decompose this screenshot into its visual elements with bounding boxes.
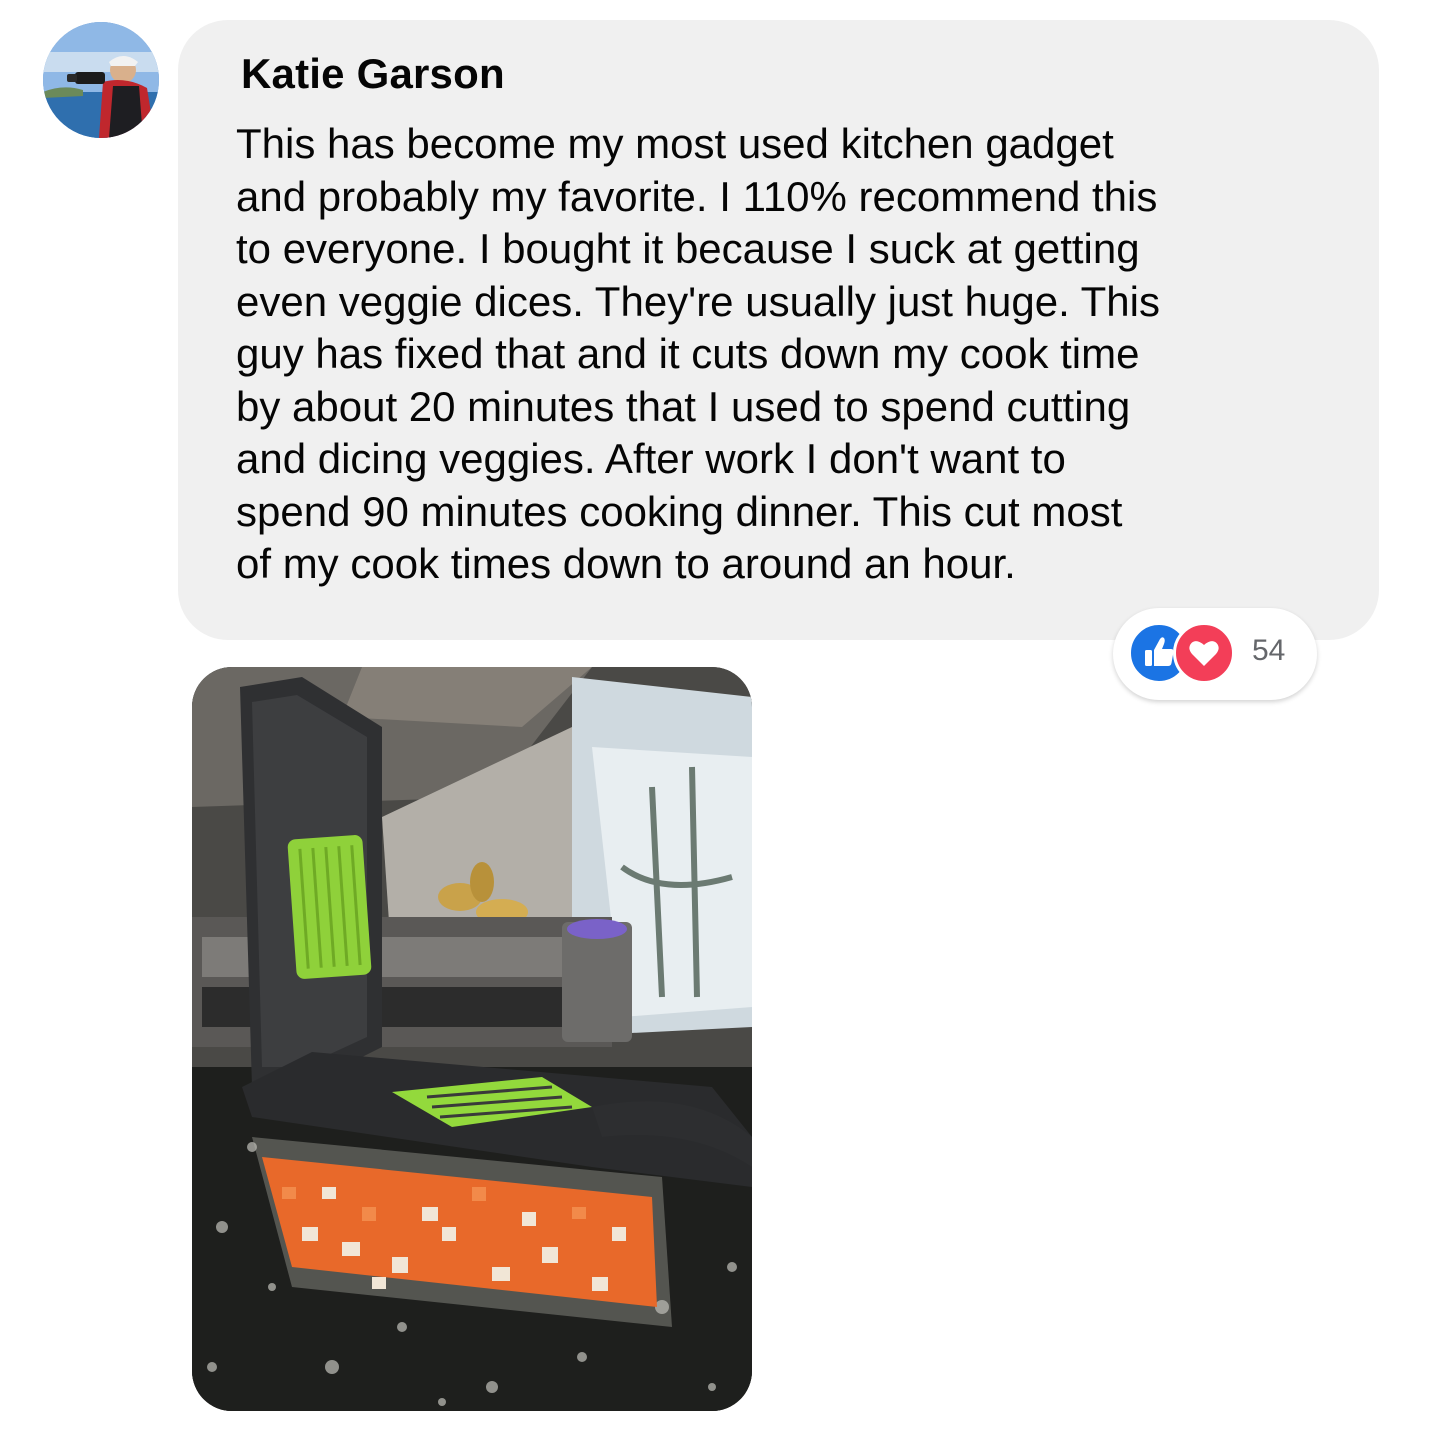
avatar-photo <box>43 22 159 138</box>
comment-text: This has become my most used kitchen gad… <box>236 118 1356 591</box>
comment-line: of my cook times down to around an hour. <box>236 540 1016 587</box>
comment-author[interactable]: Katie Garson <box>241 50 505 98</box>
comment-line: and dicing veggies. After work I don't w… <box>236 435 1066 482</box>
comment-line: by about 20 minutes that I used to spend… <box>236 382 1131 430</box>
comment-line: This has become my most used kitchen gad… <box>236 120 1114 167</box>
comment-line: and probably my favorite. I 110% recomme… <box>236 172 1158 220</box>
reactions-summary[interactable]: 54 <box>1113 608 1317 700</box>
comment-line: guy has fixed that and it cuts down my c… <box>236 330 1140 377</box>
comment-line: spend 90 minutes cooking dinner. This cu… <box>236 487 1123 535</box>
comment-line: even veggie dices. They're usually just … <box>236 277 1160 325</box>
avatar[interactable] <box>43 22 159 138</box>
vegetable-chopper-photo <box>192 667 752 1411</box>
reaction-count: 54 <box>1252 634 1286 667</box>
comment-line: to everyone. I bought it because I suck … <box>236 225 1140 272</box>
love-icon <box>1173 622 1235 684</box>
comment-attached-photo[interactable] <box>192 667 752 1411</box>
comment-bubble: Katie Garson This has become my most use… <box>178 20 1379 640</box>
